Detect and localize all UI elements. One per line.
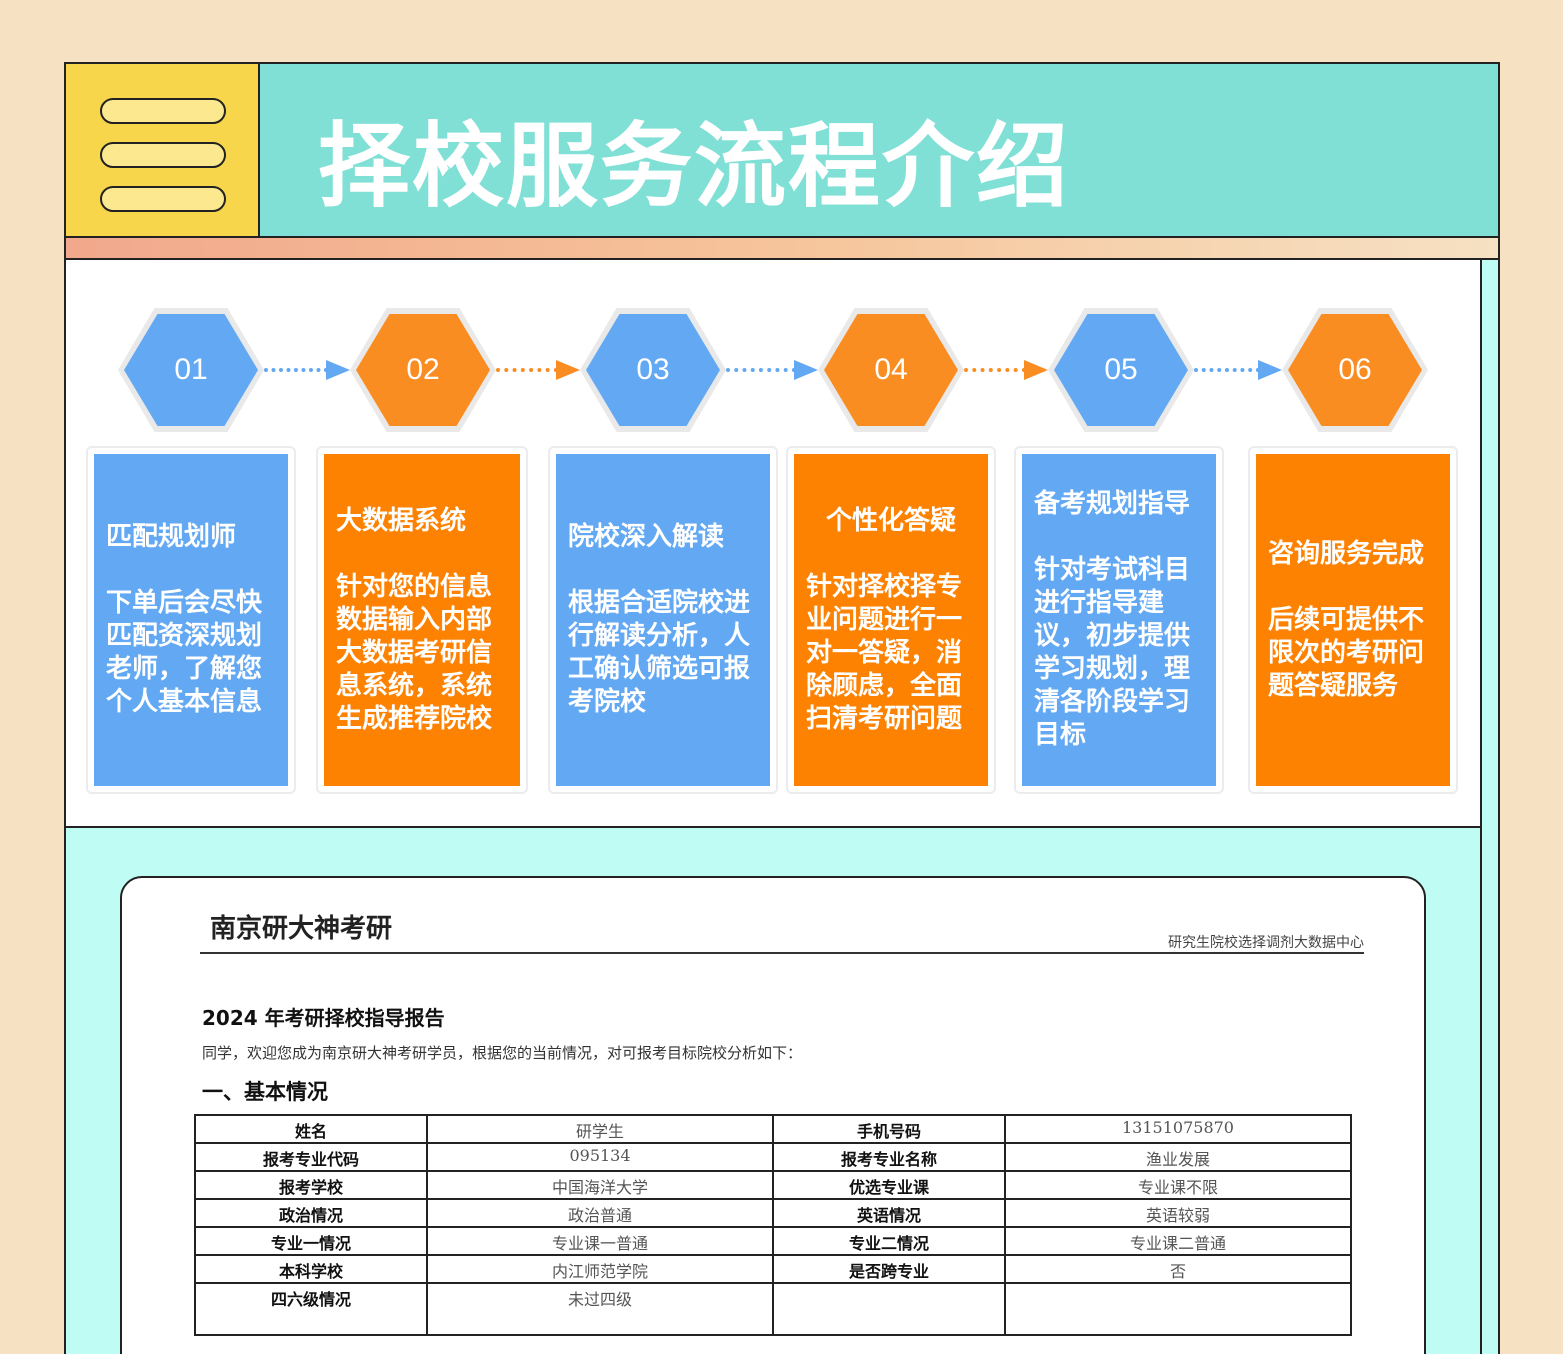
- page-title: 择校服务流程介绍: [318, 113, 1071, 220]
- field-value: 095134: [426, 1142, 774, 1172]
- table-row: 政治情况 政治普通 英语情况 英语较弱: [194, 1198, 1352, 1228]
- step-badge-02: 02: [350, 308, 496, 432]
- field-label: 本科学校: [194, 1254, 428, 1284]
- field-value: 未过四级: [426, 1282, 774, 1336]
- arrow-right-icon: [1194, 360, 1282, 380]
- step-description: 针对您的信息 数据输入内部 大数据考研信 息系统，系统 生成推荐院校: [336, 571, 493, 734]
- arrow-right-icon: [496, 360, 580, 380]
- report-document: 南京研大神考研 研究生院校选择调剂大数据中心 2024 年考研择校指导报告 同学…: [120, 876, 1426, 1354]
- page-frame: 择校服务流程介绍 01 02 03 04 05 06 匹配规划师 下单后会尽快 …: [64, 62, 1500, 1354]
- step-description: 根据合适院校进 行解读分析，人 工确认筛选可报 考院校: [568, 588, 751, 717]
- field-label: 报考专业代码: [194, 1142, 428, 1172]
- field-label: 优选专业课: [772, 1170, 1006, 1200]
- report-section: 南京研大神考研 研究生院校选择调剂大数据中心 2024 年考研择校指导报告 同学…: [66, 828, 1480, 1354]
- field-label: [772, 1282, 1006, 1336]
- table-row: 四六级情况 未过四级: [194, 1282, 1352, 1336]
- report-center-name: 研究生院校选择调剂大数据中心: [1168, 935, 1364, 951]
- field-value: 专业课二普通: [1004, 1226, 1352, 1256]
- field-value: 13151075870: [1004, 1114, 1352, 1144]
- field-label: 英语情况: [772, 1198, 1006, 1228]
- step-badge-05: 05: [1048, 308, 1194, 432]
- table-row: 专业一情况 专业课一普通 专业二情况 专业课二普通: [194, 1226, 1352, 1256]
- table-row: 报考专业代码 095134 报考专业名称 渔业发展: [194, 1142, 1352, 1172]
- field-label: 报考专业名称: [772, 1142, 1006, 1172]
- basic-info-table: 姓名 研学生 手机号码 13151075870 报考专业代码 095134 报考…: [194, 1114, 1352, 1336]
- step-description: 后续可提供不 限次的考研问 题答疑服务: [1268, 604, 1425, 701]
- field-label: 政治情况: [194, 1198, 428, 1228]
- menu-bar: [100, 98, 226, 124]
- field-label: 报考学校: [194, 1170, 428, 1200]
- table-row: 本科学校 内江师范学院 是否跨专业 否: [194, 1254, 1352, 1284]
- report-intro: 同学，欢迎您成为南京研大神考研学员，根据您的当前情况，对可报考目标院校分析如下：: [202, 1044, 803, 1062]
- step-badge-06: 06: [1282, 308, 1428, 432]
- field-value: 专业课一普通: [426, 1226, 774, 1256]
- menu-bar: [100, 142, 226, 168]
- step-description: 针对考试科目 进行指导建 议，初步提供 学习规划，理 清各阶段学习 目标: [1034, 555, 1191, 750]
- field-value: 英语较弱: [1004, 1198, 1352, 1228]
- table-row: 报考学校 中国海洋大学 优选专业课 专业课不限: [194, 1170, 1352, 1200]
- field-value: 政治普通: [426, 1198, 774, 1228]
- step-title: 个性化答疑: [825, 505, 956, 536]
- step-badge-01: 01: [118, 308, 264, 432]
- step-title: 匹配规划师: [106, 522, 237, 552]
- step-description: 针对择校择专 业问题进行一 对一答疑，消 除顾虑，全面 扫清考研问题: [806, 571, 963, 734]
- step-card-02: 大数据系统 针对您的信息 数据输入内部 大数据考研信 息系统，系统 生成推荐院校: [316, 446, 528, 794]
- report-title: 2024 年考研择校指导报告: [202, 1006, 445, 1030]
- menu-bar: [100, 186, 226, 212]
- header: 择校服务流程介绍: [66, 64, 1498, 238]
- step-card-01: 匹配规划师 下单后会尽快 匹配资深规划 老师，了解您 个人基本信息: [86, 446, 296, 794]
- step-title: 大数据系统: [336, 505, 467, 536]
- side-strip: [1480, 260, 1498, 1354]
- field-value: 专业课不限: [1004, 1170, 1352, 1200]
- field-value: 内江师范学院: [426, 1254, 774, 1284]
- step-card-05: 备考规划指导 针对考试科目 进行指导建 议，初步提供 学习规划，理 清各阶段学习…: [1014, 446, 1224, 794]
- field-value: 研学生: [426, 1114, 774, 1144]
- step-description: 下单后会尽快 匹配资深规划 老师，了解您 个人基本信息: [106, 588, 263, 717]
- step-badge-03: 03: [580, 308, 726, 432]
- step-title: 备考规划指导: [1034, 489, 1191, 519]
- section-heading: 一、基本情况: [202, 1080, 328, 1104]
- step-card-03: 院校深入解读 根据合适院校进 行解读分析，人 工确认筛选可报 考院校: [548, 446, 778, 794]
- hamburger-menu-icon[interactable]: [66, 64, 260, 236]
- arrow-right-icon: [964, 360, 1048, 380]
- field-value: [1004, 1282, 1352, 1336]
- field-label: 手机号码: [772, 1114, 1006, 1144]
- report-brand: 南京研大神考研: [210, 914, 393, 944]
- field-label: 姓名: [194, 1114, 428, 1144]
- step-card-04: 个性化答疑 针对择校择专 业问题进行一 对一答疑，消 除顾虑，全面 扫清考研问题: [786, 446, 996, 794]
- step-title: 咨询服务完成: [1268, 538, 1425, 569]
- step-card-06: 咨询服务完成 后续可提供不 限次的考研问 题答疑服务: [1248, 446, 1458, 794]
- field-label: 专业二情况: [772, 1226, 1006, 1256]
- table-row: 姓名 研学生 手机号码 13151075870: [194, 1114, 1352, 1144]
- decorative-stripe: [66, 238, 1498, 260]
- field-label: 四六级情况: [194, 1282, 428, 1336]
- process-section: 01 02 03 04 05 06 匹配规划师 下单后会尽快 匹配资深规划 老师…: [66, 260, 1480, 828]
- field-value: 否: [1004, 1254, 1352, 1284]
- arrow-right-icon: [726, 360, 818, 380]
- step-badge-04: 04: [818, 308, 964, 432]
- field-value: 渔业发展: [1004, 1142, 1352, 1172]
- field-label: 专业一情况: [194, 1226, 428, 1256]
- divider: [200, 952, 1364, 954]
- field-label: 是否跨专业: [772, 1254, 1006, 1284]
- field-value: 中国海洋大学: [426, 1170, 774, 1200]
- step-title: 院校深入解读: [568, 522, 725, 552]
- arrow-right-icon: [264, 360, 350, 380]
